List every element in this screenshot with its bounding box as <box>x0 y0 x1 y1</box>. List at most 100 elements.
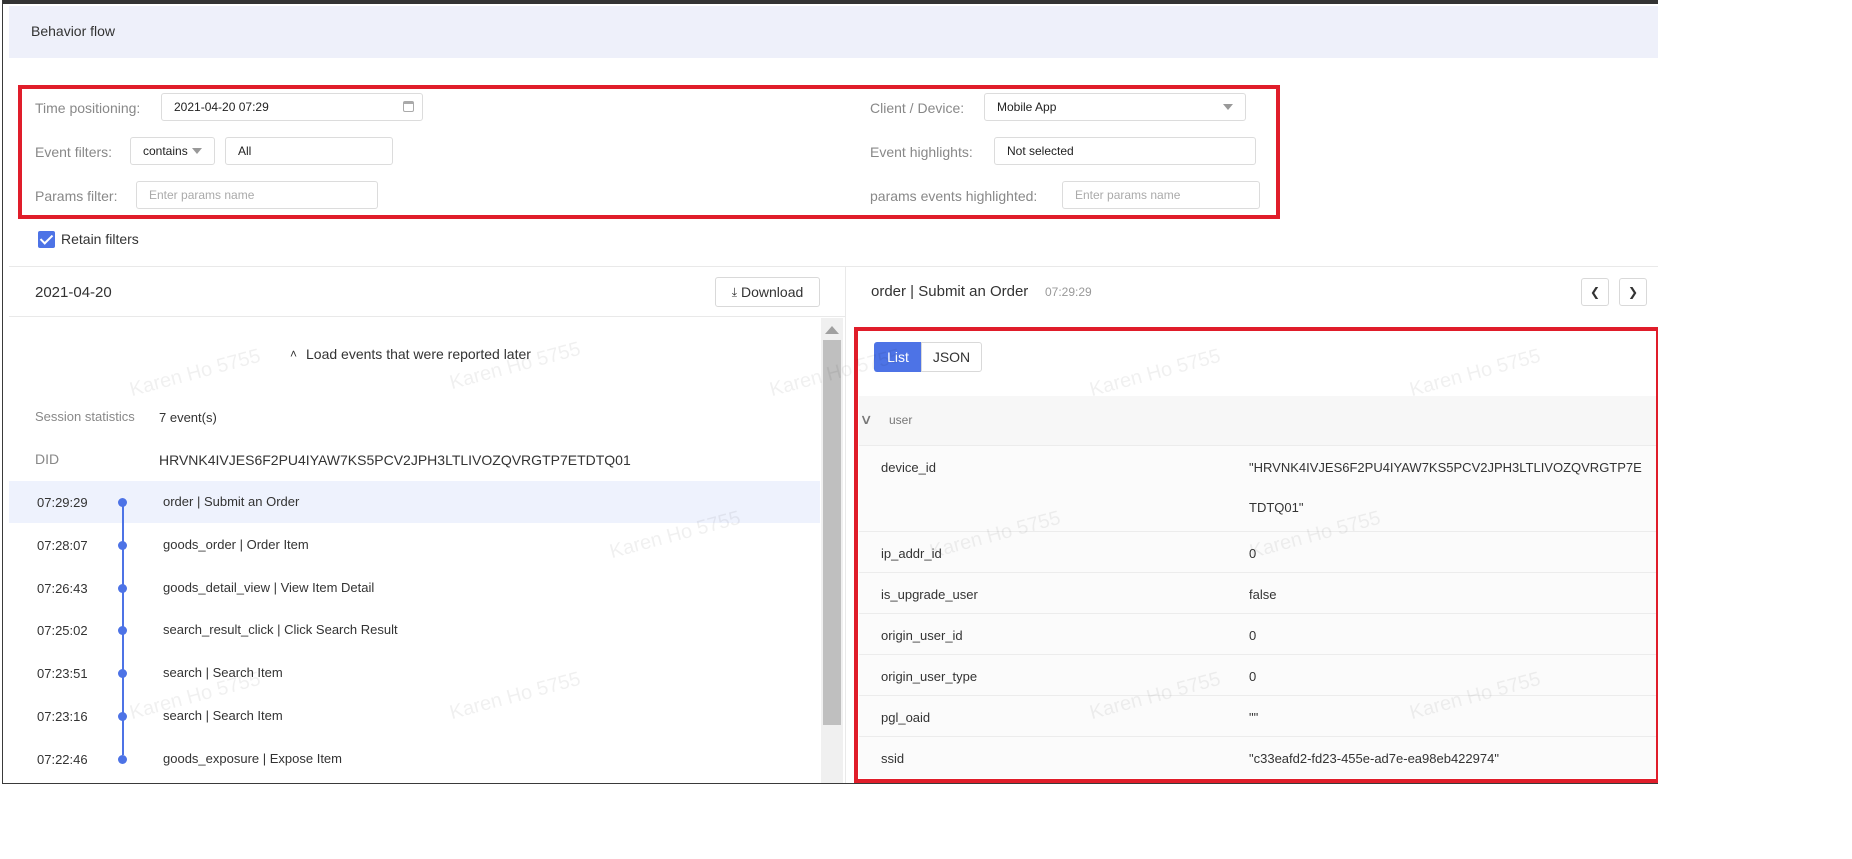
timeline-row[interactable]: 07:26:43 goods_detail_view | View Item D… <box>9 567 820 609</box>
timeline-row[interactable]: 07:22:46 goods_exposure | Expose Item <box>9 738 820 780</box>
client-device-label: Client / Device: <box>870 100 965 116</box>
event-time: 07:23:51 <box>37 666 88 681</box>
session-statistics-value: 7 event(s) <box>159 410 217 425</box>
retain-filters-label[interactable]: Retain filters <box>61 231 139 247</box>
timeline-row[interactable]: 07:28:07 goods_order | Order Item <box>9 524 820 566</box>
timeline-dot <box>118 712 127 721</box>
params-filter-input[interactable]: Enter params name <box>136 181 378 209</box>
event-highlights-label: Event highlights: <box>870 144 973 160</box>
watermark: Karen Ho 5755 <box>1407 344 1543 402</box>
timeline-dot <box>118 498 127 507</box>
next-event-button[interactable]: ❯ <box>1619 278 1647 306</box>
kv-key: is_upgrade_user <box>881 587 978 602</box>
app-frame: Behavior flow Time positioning: 2021-04-… <box>2 0 1658 784</box>
retain-filters-checkbox[interactable] <box>38 231 55 248</box>
event-time: 07:28:07 <box>37 538 88 553</box>
kv-value: 0 <box>1249 546 1257 561</box>
watermark: Karen Ho 5755 <box>127 344 263 402</box>
chevron-down-icon[interactable]: ∨ <box>859 411 872 428</box>
left-panel-date: 2021-04-20 <box>35 284 112 301</box>
download-button[interactable]: ⤓ Download <box>715 277 820 307</box>
time-positioning-label: Time positioning: <box>35 100 141 116</box>
kv-key: ssid <box>881 751 905 766</box>
time-positioning-value: 2021-04-20 07:29 <box>174 100 269 114</box>
chevron-right-icon: ❯ <box>1627 285 1639 299</box>
scroll-up-arrow-icon[interactable] <box>825 326 839 334</box>
kv-key: device_id <box>881 460 936 475</box>
load-later-link[interactable]: ˄ Load events that were reported later <box>290 346 531 362</box>
double-chevron-up-icon: ˄ <box>290 347 298 361</box>
timeline-row[interactable]: 07:29:29 order | Submit an Order <box>9 481 820 523</box>
timeline-dot <box>118 584 127 593</box>
timeline-row[interactable]: 07:23:16 search | Search Item <box>9 695 820 737</box>
chevron-down-icon <box>1223 104 1233 110</box>
event-label: search | Search Item <box>163 708 283 723</box>
event-label: search | Search Item <box>163 665 283 680</box>
section-divider <box>9 266 1658 267</box>
did-label: DID <box>35 451 60 467</box>
event-filters-operator-select[interactable]: contains <box>130 137 215 165</box>
download-label: Download <box>741 284 804 300</box>
kv-row-device-id: device_id "HRVNK4IVJES6F2PU4IYAW7KS5PCV2… <box>859 445 1656 532</box>
left-scrollbar-thumb[interactable] <box>823 340 841 725</box>
timeline-dot <box>118 541 127 550</box>
panel-divider <box>845 266 846 783</box>
time-positioning-input[interactable]: 2021-04-20 07:29 <box>161 93 423 121</box>
kv-value: "" <box>1249 710 1259 725</box>
event-filters-label: Event filters: <box>35 144 113 160</box>
kv-key: origin_user_type <box>881 669 978 684</box>
timeline-dot <box>118 669 127 678</box>
kv-value: "HRVNK4IVJES6F2PU4IYAW7KS5PCV2JPH3LTLIVO… <box>1249 460 1642 515</box>
kv-value: 0 <box>1249 669 1257 684</box>
top-strip <box>3 0 1658 4</box>
load-later-label: Load events that were reported later <box>306 346 531 362</box>
event-label: goods_order | Order Item <box>163 537 309 552</box>
event-label: search_result_click | Click Search Resul… <box>163 622 398 637</box>
timeline-dot <box>118 755 127 764</box>
view-list-tab[interactable]: List <box>874 342 922 372</box>
event-label: goods_detail_view | View Item Detail <box>163 580 375 595</box>
kv-row-is-upgrade-user: is_upgrade_user false <box>859 572 1656 614</box>
client-device-select[interactable]: Mobile App <box>984 93 1246 121</box>
calendar-icon[interactable] <box>403 101 414 112</box>
did-value: HRVNK4IVJES6F2PU4IYAW7KS5PCV2JPH3LTLIVOZ… <box>159 452 631 468</box>
event-highlights-select[interactable]: Not selected <box>994 137 1256 165</box>
event-filters-value-select[interactable]: All <box>225 137 393 165</box>
event-time: 07:22:46 <box>37 752 88 767</box>
kv-value: "c33eafd2-fd23-455e-ad7e-ea98eb422974" <box>1249 751 1499 766</box>
client-device-value: Mobile App <box>997 100 1057 114</box>
group-label: user <box>889 413 913 427</box>
event-detail-time: 07:29:29 <box>1045 285 1092 299</box>
event-filters-value: All <box>238 144 252 158</box>
params-filter-label: Params filter: <box>35 188 118 204</box>
prev-event-button[interactable]: ❮ <box>1581 278 1609 306</box>
page-title: Behavior flow <box>31 23 116 39</box>
kv-row-ip-addr-id: ip_addr_id 0 <box>859 531 1656 573</box>
event-detail-title: order | Submit an Order <box>871 283 1029 300</box>
timeline-row[interactable]: 07:25:02 search_result_click | Click Sea… <box>9 609 820 651</box>
download-icon: ⤓ <box>731 284 738 299</box>
kv-row-origin-user-id: origin_user_id 0 <box>859 613 1656 655</box>
kv-key: origin_user_id <box>881 628 963 643</box>
kv-key: ip_addr_id <box>881 546 942 561</box>
timeline-row[interactable]: 07:23:51 search | Search Item <box>9 652 820 694</box>
event-time: 07:25:02 <box>37 623 88 638</box>
group-header-user[interactable] <box>859 396 1656 446</box>
kv-value: 0 <box>1249 628 1257 643</box>
event-filters-operator-value: contains <box>143 144 188 158</box>
session-statistics-label: Session statistics <box>35 409 135 424</box>
kv-row-origin-user-type: origin_user_type 0 <box>859 654 1656 696</box>
timeline-dot <box>118 626 127 635</box>
event-label: goods_exposure | Expose Item <box>163 751 342 766</box>
view-json-tab[interactable]: JSON <box>921 342 982 372</box>
kv-key: pgl_oaid <box>881 710 931 725</box>
event-label: order | Submit an Order <box>163 494 300 509</box>
event-highlights-value: Not selected <box>1007 144 1074 158</box>
params-highlight-placeholder: Enter params name <box>1075 188 1181 202</box>
chevron-left-icon: ❮ <box>1589 285 1601 299</box>
left-header-divider <box>9 316 845 317</box>
kv-row-ssid: ssid "c33eafd2-fd23-455e-ad7e-ea98eb4229… <box>859 736 1656 778</box>
event-time: 07:23:16 <box>37 709 88 724</box>
params-highlight-input[interactable]: Enter params name <box>1062 181 1260 209</box>
kv-value: false <box>1249 587 1277 602</box>
